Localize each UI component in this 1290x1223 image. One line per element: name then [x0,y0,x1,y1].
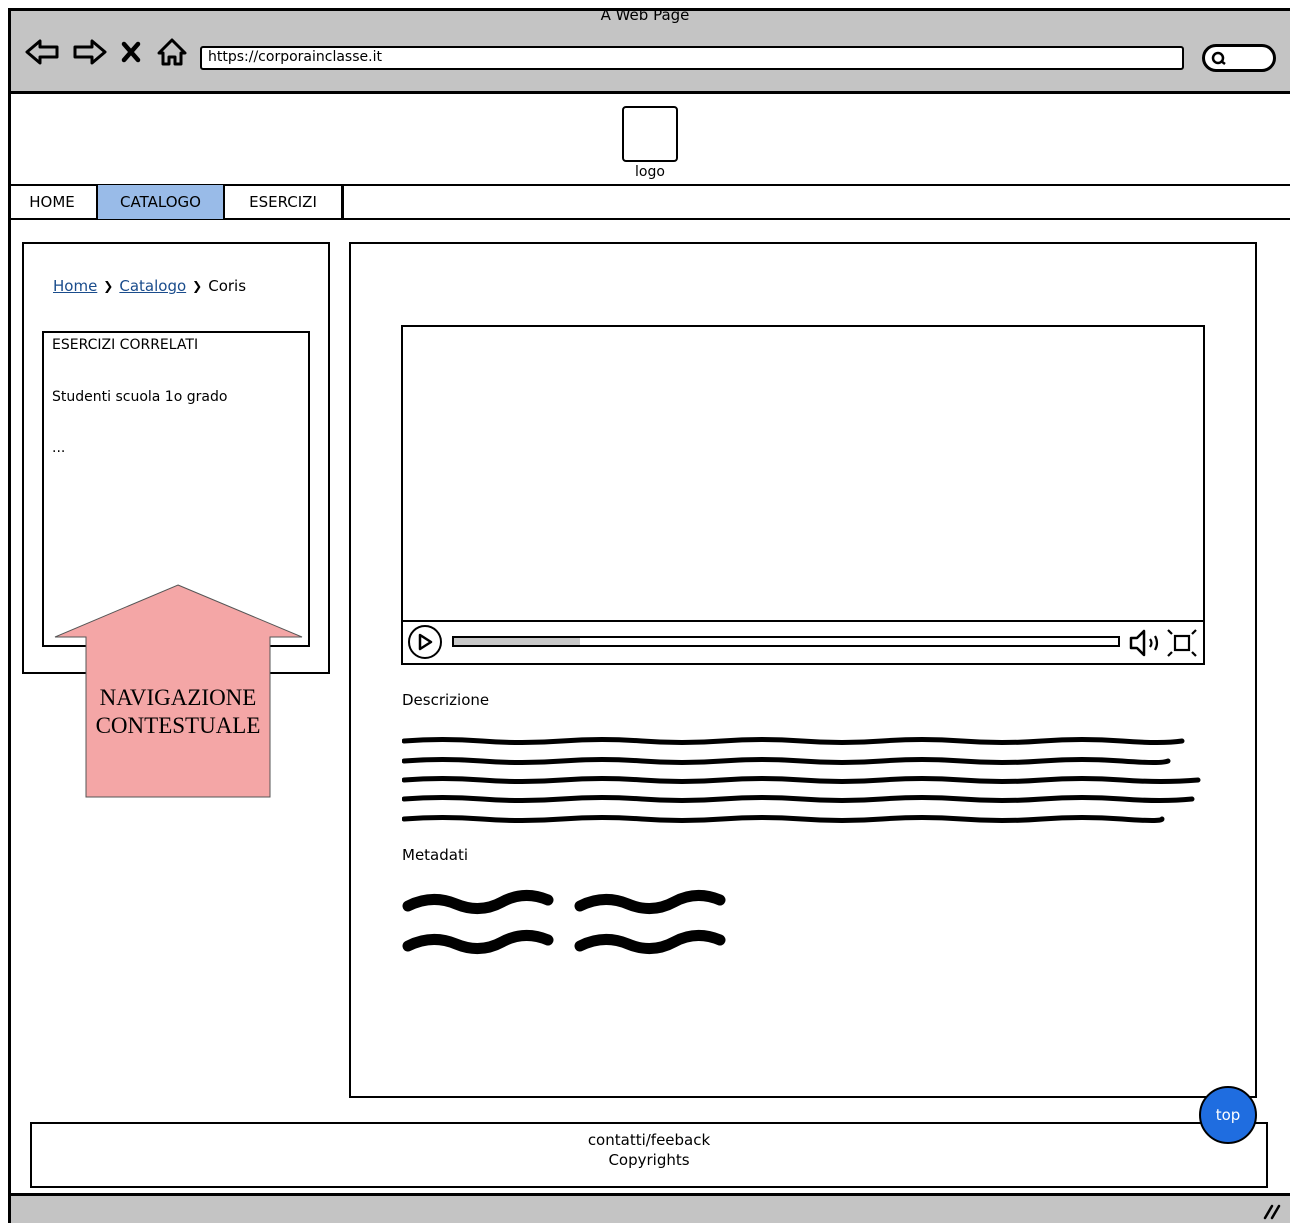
breadcrumb-current: Coris [208,277,247,295]
footer-contacts-link[interactable]: contatti/feeback [32,1130,1266,1150]
chevron-right-icon: ❯ [192,279,203,293]
metadata-label: Metadati [402,846,469,864]
logo-placeholder[interactable] [622,106,678,162]
volume-icon[interactable] [1128,628,1164,658]
nav-item-esercizi[interactable]: ESERCIZI [225,185,344,219]
browser-status-bar [8,1193,1290,1223]
callout-text: NAVIGAZIONE CONTESTUALE [86,684,270,740]
logo-label: logo [635,164,665,180]
related-item[interactable]: ... [52,440,65,456]
callout-line: CONTESTUALE [95,713,261,738]
breadcrumb-catalogo-link[interactable]: Catalogo [119,277,186,295]
nav-item-catalogo[interactable]: CATALOGO [98,185,225,219]
callout-line: NAVIGAZIONE [99,685,257,710]
resize-grip-icon[interactable] [1262,1202,1282,1220]
nav-item-home[interactable]: HOME [8,185,98,219]
metadata-placeholder-text [402,890,726,954]
breadcrumb-home-link[interactable]: Home [53,277,97,295]
play-button[interactable] [408,625,442,659]
back-to-top-button[interactable]: top [1199,1086,1257,1144]
play-icon [418,633,433,651]
related-exercises-title: ESERCIZI CORRELATI [52,337,199,353]
footer: contatti/feeback Copyrights [30,1122,1268,1188]
video-player[interactable] [401,325,1205,665]
description-label: Descrizione [402,691,490,709]
related-item[interactable]: Studenti scuola 1o grado [52,389,227,405]
footer-copyright: Copyrights [608,1151,690,1169]
description-placeholder-text [402,737,1201,823]
breadcrumb: Home ❯ Catalogo ❯ Coris [53,277,246,295]
fullscreen-icon[interactable] [1166,628,1198,658]
video-progress-fill [454,638,580,645]
chevron-right-icon: ❯ [103,279,114,293]
